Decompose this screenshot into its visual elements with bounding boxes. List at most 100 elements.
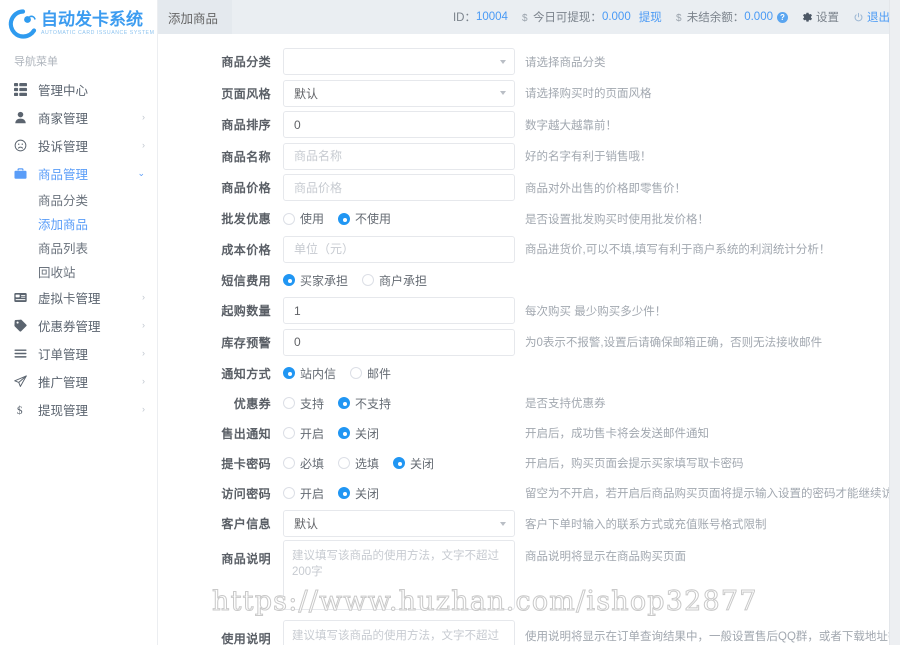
account-id-value: 10004 [475,11,508,23]
chevron-right-icon: › [142,319,145,330]
radio-option[interactable]: 不支持 [338,395,391,412]
logout-label: 退出 [867,12,890,24]
radio-option-label: 开启 [300,426,325,441]
radio-option[interactable]: 必填 [283,455,324,472]
radio-selected-icon[interactable] [338,212,351,225]
help-icon[interactable]: ? [777,11,788,23]
select-field[interactable] [283,79,515,107]
unsettled-balance-label: 未结余额： [686,12,745,24]
textarea-field[interactable] [283,619,515,645]
withdraw-link[interactable]: 提现 [639,9,662,25]
radio-option[interactable]: 关闭 [393,455,434,472]
radio-option[interactable]: 开启 [283,485,324,502]
radio-option-label: 商户承担 [379,273,428,288]
sidebar-item-label: 订单管理 [38,347,89,362]
radio-selected-icon[interactable] [283,274,295,286]
svg-text:$: $ [522,13,528,23]
logout-button[interactable]: 退出 [853,9,890,25]
sidebar-item-4[interactable]: 商品管理 ⌄ [0,159,157,187]
form-row-hint: 客户下单时输入的联系方式或充值账号格式限制 [525,518,767,531]
form-row: 商品价格 商品对外出售的价格即零售价！ [158,172,890,204]
radio-unselected-icon[interactable] [283,212,295,225]
radio-option[interactable]: 关闭 [338,425,379,442]
text-field[interactable] [283,174,515,202]
form-row-control [283,328,515,356]
radio-group: 开启 关闭 [283,425,515,442]
radio-option[interactable]: 选填 [338,455,379,472]
form-row-control: 买家承担 商户承担 [283,272,515,289]
sidebar-item-1[interactable]: 管理中心 [0,75,157,103]
radio-option[interactable]: 站内信 [283,365,336,382]
radio-selected-icon[interactable] [393,457,406,469]
radio-unselected-icon[interactable] [350,367,363,379]
power-icon [853,12,864,23]
sidebar-item-3[interactable]: 投诉管理 › [0,131,157,159]
header-right: ID： 10004 $ 今日可提现： 0.000 提现 $ 未结余额： 0.00… [453,9,900,25]
sidebar-item-8[interactable]: 推广管理 › [0,367,157,395]
chevron-right-icon: › [142,139,145,150]
radio-unselected-icon[interactable] [362,274,375,286]
form-row: 使用说明 使用说明将显示在订单查询结果中，一般设置售后QQ群，或者下载地址等 [158,619,890,645]
form-row: 库存预警 为0表示不报警,设置后请确保邮箱正确，否则无法接收邮件 [158,327,890,359]
text-field[interactable] [283,235,515,263]
sidebar-subitem-4[interactable]: 回收站 [0,259,157,283]
radio-option[interactable]: 使用 [283,210,324,227]
sidebar-item-5[interactable]: 虚拟卡管理 › [0,283,157,311]
settings-button[interactable]: 设置 [802,9,839,25]
radio-selected-icon[interactable] [338,427,351,439]
form-row-hint: 为0表示不报警,设置后请确保邮箱正确，否则无法接收邮件 [525,337,823,350]
radio-option[interactable]: 支持 [283,395,324,412]
sidebar-item-2[interactable]: 商家管理 › [0,103,157,131]
radio-selected-icon[interactable] [338,487,351,499]
text-field[interactable] [283,142,515,170]
form-row: 成本价格 商品进货价,可以不填,填写有利于商户系统的利润统计分析！ [158,234,890,266]
sidebar-item-7[interactable]: 订单管理 › [0,339,157,367]
sidebar-subitem-1[interactable]: 商品分类 [0,187,157,211]
logo[interactable]: 自动发卡系统 AUTOMATIC CARD ISSUANCE SYSTEM [0,0,157,44]
radio-option[interactable]: 商户承担 [362,272,427,289]
form-row-label: 批发优惠 [221,212,271,226]
sidebar-item-9[interactable]: $ 提现管理 › [0,395,157,423]
radio-option-label: 支持 [300,396,325,411]
form-row: 批发优惠 使用 不使用 是否设置批发购买时使用批发价格！ [158,204,890,234]
radio-unselected-icon[interactable] [283,427,295,439]
radio-option[interactable]: 开启 [283,425,324,442]
form-row-label: 库存预警 [221,335,271,350]
sidebar-subitem-2[interactable]: 添加商品 [0,211,157,235]
chevron-right-icon: › [142,403,145,414]
textarea-field[interactable] [283,539,515,610]
select-field[interactable] [283,510,515,538]
form-row: 商品说明 商品说明将显示在商品购买页面 [158,539,890,620]
text-field[interactable] [283,111,515,139]
radio-unselected-icon[interactable] [283,487,295,499]
chevron-right-icon: › [142,375,145,386]
form-row-control [283,48,515,76]
form-row-hint: 商品对外出售的价格即零售价！ [525,182,686,195]
radio-unselected-icon[interactable] [283,457,295,469]
radio-selected-icon[interactable] [283,367,295,379]
radio-selected-icon[interactable] [338,397,351,409]
page-tab-add-product[interactable]: 添加商品 [158,0,233,34]
radio-option[interactable]: 买家承担 [283,272,348,289]
radio-group: 支持 不支持 [283,395,515,412]
sidebar-subitem-3[interactable]: 商品列表 [0,235,157,259]
text-field[interactable] [283,328,515,356]
radio-option-label: 不支持 [355,396,392,411]
form-row-control [283,174,515,202]
form-row-label: 优惠券 [233,396,271,411]
form-row-hint: 开启后，成功售卡将会发送邮件通知 [525,428,709,440]
radio-unselected-icon[interactable] [338,457,351,469]
svg-text:$: $ [17,404,23,415]
sidebar-item-label: 商品管理 [38,167,89,182]
scrollbar-track[interactable] [889,0,900,645]
select-field[interactable] [283,48,515,76]
radio-option[interactable]: 邮件 [350,365,391,382]
radio-option[interactable]: 不使用 [338,210,391,227]
radio-unselected-icon[interactable] [283,397,295,409]
form-row: 售出通知 开启 关闭 开启后，成功售卡将会发送邮件通知 [158,418,890,448]
radio-option[interactable]: 关闭 [338,485,379,502]
sidebar-item-6[interactable]: 优惠券管理 › [0,311,157,339]
form-row-label: 商品排序 [221,118,271,133]
text-field[interactable] [283,297,515,325]
form-row: 商品排序 数字越大越靠前！ [158,109,890,141]
